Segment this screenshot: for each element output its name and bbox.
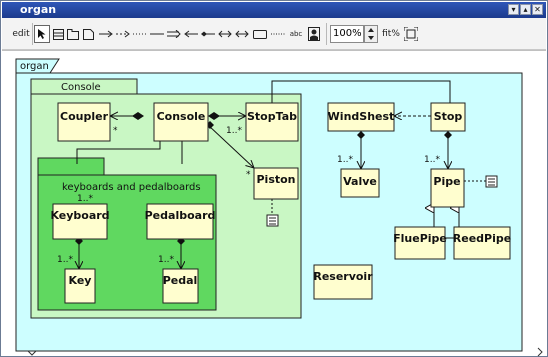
actor-icon bbox=[308, 27, 320, 41]
mult-key: 1..* bbox=[57, 255, 73, 265]
aggregation-tool[interactable] bbox=[217, 25, 233, 43]
class-stoptab[interactable]: StopTab bbox=[245, 102, 299, 142]
class-key[interactable]: Key bbox=[64, 268, 96, 304]
dependency-tool[interactable] bbox=[115, 25, 131, 43]
text-tool[interactable]: abc bbox=[288, 25, 304, 43]
console-package-label: Console bbox=[61, 82, 101, 93]
toolbar-separator bbox=[326, 23, 327, 45]
class-coupler[interactable]: Coupler bbox=[57, 102, 111, 142]
rounded-box-tool[interactable] bbox=[252, 25, 268, 43]
piston-note-icon[interactable] bbox=[266, 214, 279, 227]
diamond-line-icon bbox=[201, 31, 215, 37]
uml-diagram: organ Console keyboards and pedalboards bbox=[15, 58, 543, 357]
class-pipe[interactable]: Pipe bbox=[430, 168, 465, 208]
zoom-spinner[interactable] bbox=[364, 25, 378, 43]
anchor-tool[interactable] bbox=[270, 25, 286, 43]
class-console[interactable]: Console bbox=[153, 102, 209, 142]
class-reservoir-name: Reservoir bbox=[313, 270, 373, 283]
application-window: organ ▾ ▴ ✕ edit abc 100% fit% organ Con… bbox=[0, 0, 548, 357]
rounded-rect-icon bbox=[253, 29, 267, 39]
class-key-name: Key bbox=[69, 274, 92, 287]
package-folder-icon bbox=[67, 28, 79, 40]
mult-stoptab: 1..* bbox=[226, 126, 242, 136]
class-piston[interactable]: Piston bbox=[253, 167, 299, 200]
class-keyboard-name: Keyboard bbox=[50, 209, 109, 222]
expand-icon bbox=[404, 27, 418, 41]
mult-pedal: 1..* bbox=[158, 255, 174, 265]
edit-button[interactable]: edit bbox=[11, 25, 31, 43]
window-title: organ bbox=[20, 3, 57, 16]
note-icon bbox=[82, 28, 94, 40]
mult-coupler: * bbox=[113, 126, 118, 136]
mult-piston: * bbox=[246, 170, 251, 180]
class-pipe-name: Pipe bbox=[433, 175, 460, 188]
mult-valve: 1..* bbox=[337, 155, 353, 165]
keyboards-package-tab[interactable] bbox=[37, 157, 105, 176]
class-reedpipe[interactable]: ReedPipe bbox=[453, 226, 511, 260]
class-stop[interactable]: Stop bbox=[430, 102, 466, 132]
association-tool[interactable] bbox=[98, 25, 114, 43]
diagram-canvas[interactable]: organ Console keyboards and pedalboards bbox=[2, 50, 546, 357]
cursor-arrow-icon bbox=[38, 29, 46, 39]
class-valve-name: Valve bbox=[343, 175, 377, 188]
toolbar: edit abc 100% fit% bbox=[2, 18, 546, 50]
actor-tool[interactable] bbox=[306, 25, 322, 43]
class-flutepipe-name: FluePipe bbox=[393, 232, 447, 245]
reverse-association-tool[interactable] bbox=[183, 25, 199, 43]
class-reedpipe-name: ReedPipe bbox=[453, 232, 511, 245]
line-icon bbox=[150, 33, 164, 35]
class-pedal[interactable]: Pedal bbox=[162, 268, 199, 304]
toolbar-separator bbox=[32, 23, 33, 45]
bidirectional-arrow-icon bbox=[218, 30, 232, 38]
minimize-button[interactable]: ▾ bbox=[508, 4, 519, 15]
class-flutepipe[interactable]: FluePipe bbox=[393, 226, 447, 260]
close-button[interactable]: ✕ bbox=[532, 4, 543, 15]
dashed-line-tool[interactable] bbox=[132, 25, 148, 43]
class-stoptab-name: StopTab bbox=[247, 110, 297, 123]
double-arrow-tool[interactable] bbox=[234, 25, 250, 43]
class-stop-name: Stop bbox=[434, 110, 463, 123]
class-keyboard[interactable]: Keyboard bbox=[50, 203, 110, 240]
class-reservoir[interactable]: Reservoir bbox=[313, 264, 373, 300]
double-arrow-icon bbox=[235, 30, 249, 38]
class-pedal-name: Pedal bbox=[163, 274, 198, 287]
keyboards-package-label: keyboards and pedalboards bbox=[62, 182, 201, 193]
package-tool[interactable] bbox=[66, 25, 80, 43]
class-valve[interactable]: Valve bbox=[340, 168, 380, 198]
arrow-left-icon bbox=[184, 30, 198, 38]
class-windshest-name: WindShest bbox=[328, 110, 395, 123]
dashed-arrow-icon bbox=[116, 30, 130, 38]
fit-window-button[interactable] bbox=[402, 25, 420, 43]
class-coupler-name: Coupler bbox=[60, 110, 109, 123]
class-piston-name: Piston bbox=[256, 173, 295, 186]
class-box-icon bbox=[52, 28, 64, 40]
title-bar[interactable]: organ ▾ ▴ ✕ bbox=[2, 2, 546, 18]
fit-zoom-button[interactable]: fit% bbox=[382, 25, 400, 43]
arrow-right-icon bbox=[99, 30, 113, 38]
spinner-arrows-icon bbox=[368, 28, 374, 40]
dotted-arrow-icon bbox=[271, 33, 285, 35]
mult-keyboard: 1..* bbox=[77, 194, 93, 204]
double-line-arrow-icon bbox=[167, 30, 181, 38]
dotted-line-icon bbox=[133, 33, 147, 35]
scroll-down-icon[interactable] bbox=[27, 350, 37, 356]
class-console-name: Console bbox=[157, 110, 206, 123]
class-tool[interactable] bbox=[51, 25, 65, 43]
select-arrow-tool[interactable] bbox=[34, 25, 50, 43]
class-pedalboard-name: Pedalboard bbox=[145, 209, 216, 222]
line-tool[interactable] bbox=[149, 25, 165, 43]
pipe-note-icon[interactable] bbox=[485, 175, 498, 188]
composition-tool[interactable] bbox=[200, 25, 216, 43]
class-pedalboard[interactable]: Pedalboard bbox=[145, 203, 216, 240]
zoom-field[interactable]: 100% bbox=[330, 25, 364, 43]
generalization-tool[interactable] bbox=[166, 25, 182, 43]
scroll-right-icon[interactable] bbox=[537, 347, 543, 357]
maximize-button[interactable]: ▴ bbox=[520, 4, 531, 15]
organ-package-label: organ bbox=[20, 61, 49, 72]
class-windshest[interactable]: WindShest bbox=[327, 102, 395, 132]
note-tool[interactable] bbox=[81, 25, 95, 43]
mult-pipe: 1..* bbox=[424, 155, 440, 165]
